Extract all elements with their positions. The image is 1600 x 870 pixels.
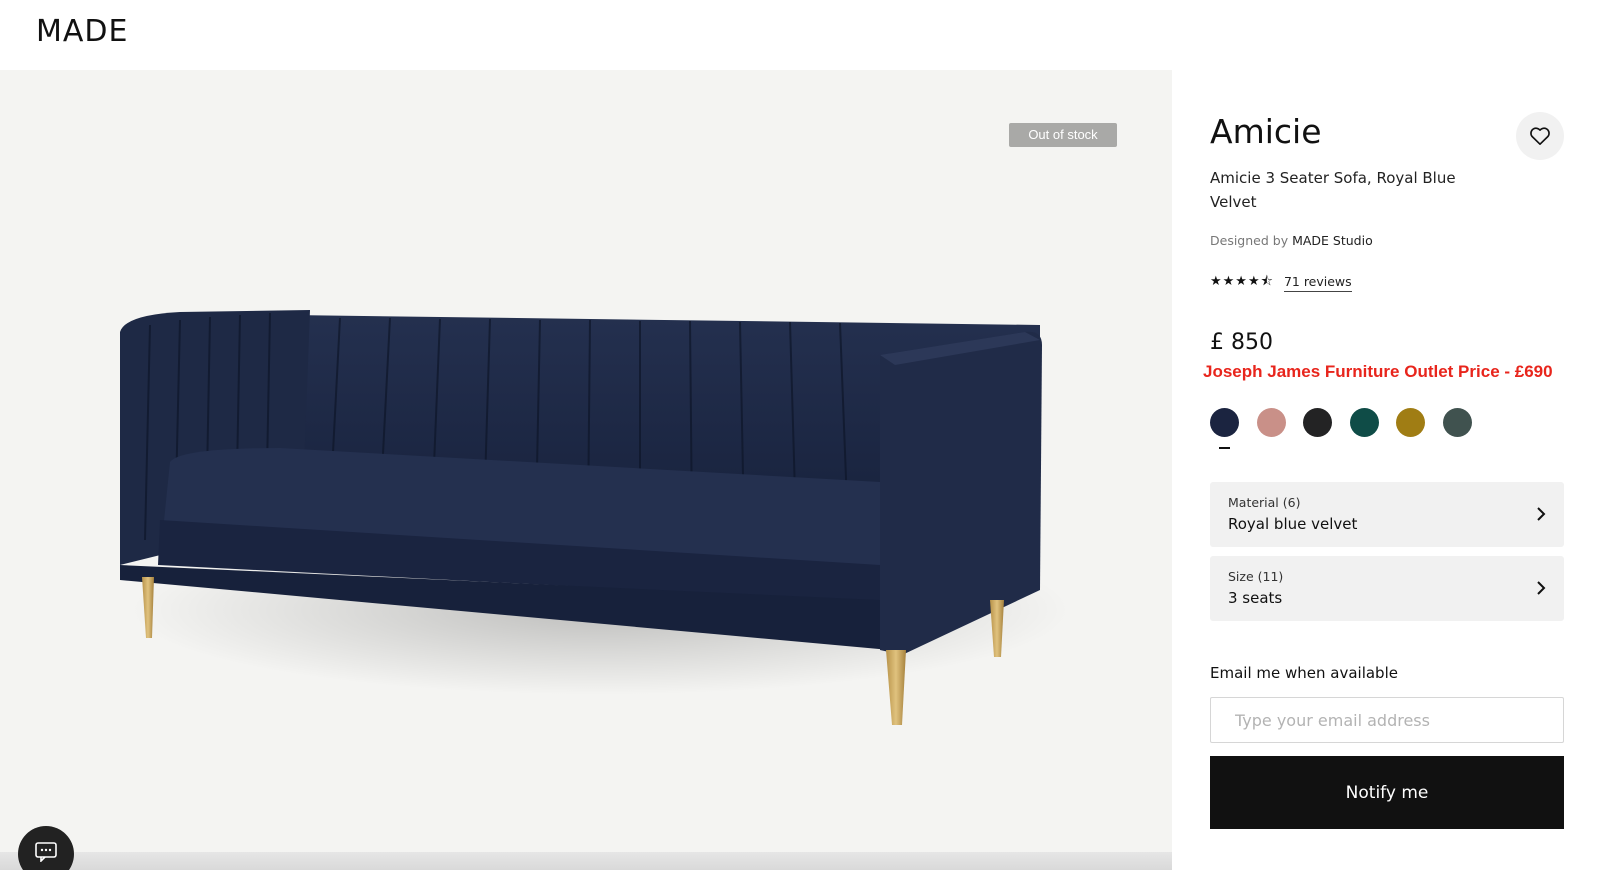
material-selector[interactable]: Material (6) Royal blue velvet	[1210, 482, 1564, 547]
product-details-panel: Amicie Amicie 3 Seater Sofa, Royal Blue …	[1172, 70, 1600, 870]
outlet-price-note: Joseph James Furniture Outlet Price - £6…	[1203, 362, 1553, 381]
out-of-stock-badge: Out of stock	[1009, 123, 1117, 147]
site-header: MADE	[0, 0, 1600, 70]
product-gallery: Out of stock	[0, 70, 1172, 870]
chat-bubble-icon	[35, 842, 57, 862]
designed-by-label: Designed by	[1210, 233, 1289, 248]
notify-me-button[interactable]: Notify me	[1210, 756, 1564, 829]
size-selector[interactable]: Size (11) 3 seats	[1210, 556, 1564, 621]
star-rating-icon: ★★★★⯪	[1210, 273, 1274, 288]
size-label: Size (11)	[1228, 569, 1284, 584]
product-title: Amicie	[1210, 112, 1322, 151]
favourite-button[interactable]	[1516, 112, 1564, 160]
email-input[interactable]	[1210, 697, 1564, 743]
chevron-right-icon	[1537, 581, 1546, 595]
swatch-teal[interactable]	[1349, 408, 1379, 437]
size-value: 3 seats	[1228, 589, 1283, 607]
swatch-dusty-pink[interactable]	[1256, 408, 1286, 437]
swatch-black[interactable]	[1303, 408, 1332, 437]
material-value: Royal blue velvet	[1228, 515, 1358, 533]
swatch-slate-grey[interactable]	[1442, 408, 1472, 437]
designer-line: Designed by MADE Studio	[1210, 233, 1373, 248]
rating-row: ★★★★⯪ 71 reviews	[1210, 272, 1352, 294]
product-price: £ 850	[1210, 330, 1273, 355]
colour-swatches	[1210, 408, 1489, 449]
designer-name[interactable]: MADE Studio	[1292, 233, 1373, 248]
made-logo[interactable]: MADE	[36, 14, 128, 49]
swatch-mustard[interactable]	[1396, 408, 1425, 437]
chevron-right-icon	[1537, 507, 1546, 521]
email-heading: Email me when available	[1210, 664, 1398, 682]
swatch-royal-blue[interactable]	[1210, 408, 1239, 449]
thumbnail-strip	[0, 852, 1172, 870]
sofa-image	[120, 310, 1070, 725]
reviews-link[interactable]: 71 reviews	[1283, 274, 1352, 292]
heart-icon	[1530, 127, 1550, 145]
product-subtitle: Amicie 3 Seater Sofa, Royal Blue Velvet	[1210, 169, 1456, 211]
material-label: Material (6)	[1228, 495, 1301, 510]
